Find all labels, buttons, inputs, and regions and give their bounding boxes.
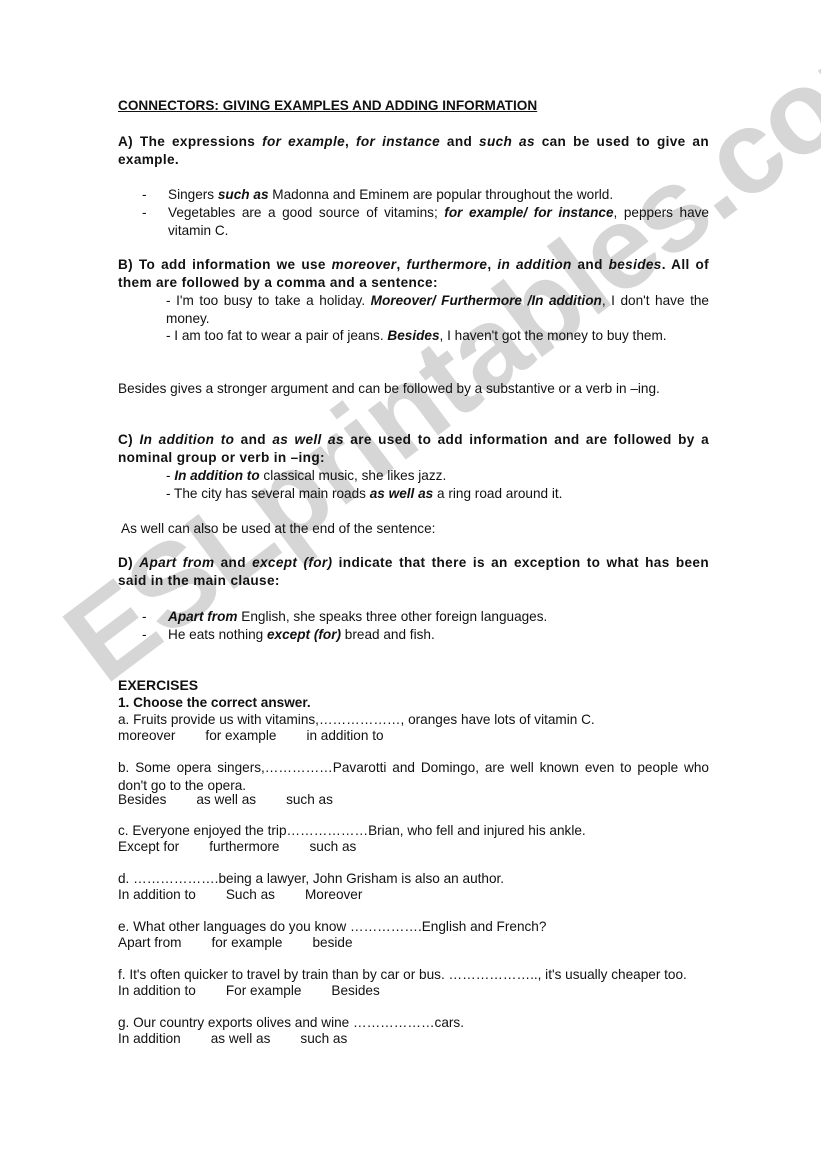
answer-option[interactable]: Moreover: [305, 886, 362, 904]
example-text: a ring road around it.: [433, 486, 563, 501]
example-text: classical music, she likes jazz.: [259, 468, 447, 483]
exercise-question: d. ……………….being a lawyer, John Grisham i…: [118, 871, 505, 886]
exercise-question: b. Some opera singers,……………Pavarotti and…: [118, 760, 709, 793]
section-b-note: Besides gives a stronger argument and ca…: [118, 381, 660, 396]
heading-term: such as: [479, 134, 535, 149]
heading-term: for example: [262, 134, 346, 149]
answer-option[interactable]: Apart from: [118, 934, 181, 952]
answer-option[interactable]: In addition to: [118, 982, 196, 1000]
bullet-dash: -: [142, 627, 147, 642]
example-term: Apart from: [168, 609, 238, 624]
heading-term: as well as: [272, 432, 344, 447]
answer-options: In addition to For example Besides: [118, 982, 709, 1000]
heading-term: In addition to: [139, 432, 235, 447]
example-text: bread and fish.: [341, 627, 435, 642]
example-term: as well as: [369, 486, 434, 501]
answer-options: In addition as well as such as: [118, 1030, 709, 1048]
example-text: - The city has several main roads: [166, 486, 370, 501]
answer-option[interactable]: beside: [313, 934, 353, 952]
example-term: Moreover/ Furthermore /In addition: [370, 293, 602, 308]
example-term: In addition to: [174, 468, 260, 483]
list-item: - I'm too busy to take a holiday. Moreov…: [166, 292, 709, 327]
example-term: for example/ for instance: [444, 205, 614, 220]
answer-option[interactable]: such as: [309, 838, 356, 856]
answer-option[interactable]: such as: [286, 791, 333, 809]
heading-text: A) The expressions: [118, 134, 263, 149]
answer-options: Except for furthermore such as: [118, 838, 709, 856]
answer-options: Besides as well as such as: [118, 791, 709, 809]
example-text: Vegetables are a good source of vitamins…: [168, 205, 445, 220]
example-text: Madonna and Eminem are popular throughou…: [268, 187, 614, 202]
answer-options: In addition to Such as Moreover: [118, 886, 709, 904]
heading-text: C): [118, 432, 140, 447]
example-term: such as: [217, 187, 269, 202]
heading-term: furthermore: [406, 257, 488, 272]
section-d-heading: D) Apart from and except (for) indicate …: [118, 554, 709, 589]
example-text: Singers: [168, 187, 218, 202]
bullet-dash: -: [142, 609, 147, 624]
example-text: - I'm too busy to take a holiday.: [166, 293, 371, 308]
section-c-note: As well can also be used at the end of t…: [118, 521, 436, 536]
example-text: English, she speaks three other foreign …: [237, 609, 548, 624]
heading-term: moreover: [331, 257, 397, 272]
example-text: He eats nothing: [168, 627, 267, 642]
heading-text: ,: [487, 257, 498, 272]
section-b-heading: B) To add information we use moreover, f…: [118, 256, 709, 291]
exercises-heading: EXERCISES: [118, 677, 199, 693]
bullet-dash: -: [142, 187, 147, 202]
exercise-question: a. Fruits provide us with vitamins,………………: [118, 712, 595, 727]
answer-option[interactable]: for example: [205, 727, 276, 745]
heading-text: ,: [345, 134, 357, 149]
bullet-dash: -: [142, 205, 147, 220]
answer-option[interactable]: In addition to: [118, 886, 196, 904]
heading-text: and: [234, 432, 273, 447]
heading-term: Apart from: [139, 555, 215, 570]
heading-term: besides: [608, 257, 662, 272]
heading-term: for instance: [356, 134, 441, 149]
answer-option[interactable]: such as: [300, 1030, 347, 1048]
example-term: except (for): [267, 627, 342, 642]
heading-term: in addition: [497, 257, 572, 272]
answer-option[interactable]: in addition to: [306, 727, 383, 745]
answer-option[interactable]: For example: [226, 982, 302, 1000]
exercise-question: f. It's often quicker to travel by train…: [118, 967, 687, 982]
example-term: Besides: [387, 328, 440, 343]
answer-option[interactable]: furthermore: [209, 838, 279, 856]
answer-option[interactable]: as well as: [196, 791, 256, 809]
answer-option[interactable]: Besides: [331, 982, 379, 1000]
example-text: , I haven't got the money to buy them.: [439, 328, 667, 343]
list-item: - I am too fat to wear a pair of jeans. …: [166, 327, 709, 345]
heading-text: D): [118, 555, 140, 570]
heading-text: ,: [396, 257, 407, 272]
answer-options: Apart from for example beside: [118, 934, 709, 952]
section-a-heading: A) The expressions for example, for inst…: [118, 133, 709, 168]
heading-text: and: [214, 555, 253, 570]
answer-option[interactable]: moreover: [118, 727, 175, 745]
list-item: - In addition to classical music, she li…: [166, 467, 709, 485]
section-c-heading: C) In addition to and as well as are use…: [118, 431, 709, 466]
answer-option[interactable]: In addition: [118, 1030, 181, 1048]
list-item: - The city has several main roads as wel…: [166, 485, 709, 503]
exercise-question: e. What other languages do you know ……………: [118, 919, 547, 934]
answer-options: moreover for example in addition to: [118, 727, 709, 745]
answer-option[interactable]: Such as: [226, 886, 275, 904]
heading-term: except (for): [252, 555, 333, 570]
exercise-instruction: 1. Choose the correct answer.: [118, 695, 311, 710]
answer-option[interactable]: for example: [211, 934, 282, 952]
exercise-question: g. Our country exports olives and wine ……: [118, 1015, 465, 1030]
example-text: - I am too fat to wear a pair of jeans.: [166, 328, 388, 343]
heading-text: and: [440, 134, 480, 149]
heading-text: B) To add information we use: [118, 257, 332, 272]
answer-option[interactable]: Except for: [118, 838, 179, 856]
exercise-question: c. Everyone enjoyed the trip………………Brian,…: [118, 823, 586, 838]
answer-option[interactable]: Besides: [118, 791, 166, 809]
page-title: CONNECTORS: GIVING EXAMPLES AND ADDING I…: [118, 98, 538, 113]
answer-option[interactable]: as well as: [211, 1030, 271, 1048]
heading-text: and: [571, 257, 609, 272]
